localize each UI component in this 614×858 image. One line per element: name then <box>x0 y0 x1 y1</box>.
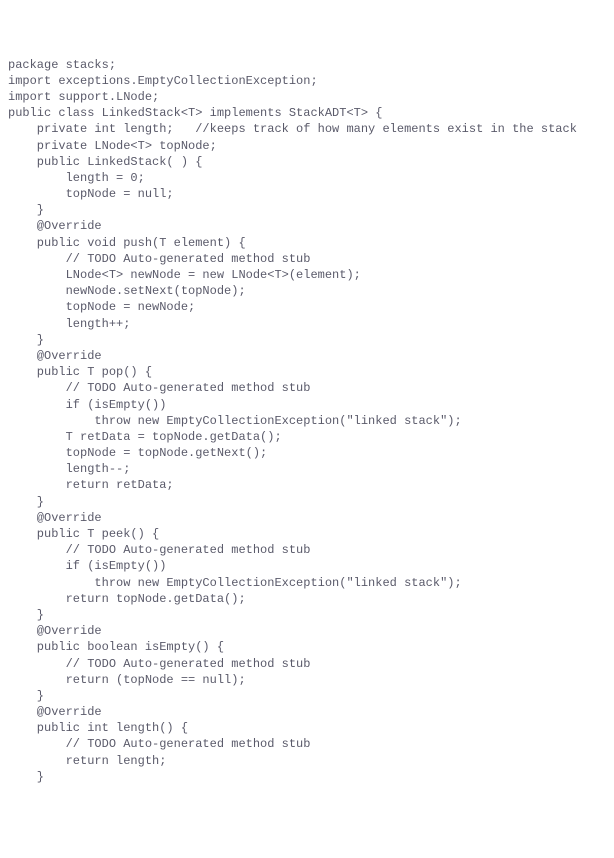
code-line: if (isEmpty()) <box>8 397 606 413</box>
code-line: @Override <box>8 218 606 234</box>
code-line: } <box>8 607 606 623</box>
code-line: private LNode<T> topNode; <box>8 138 606 154</box>
code-line: return (topNode == null); <box>8 672 606 688</box>
code-line: length++; <box>8 316 606 332</box>
code-line: private int length; //keeps track of how… <box>8 121 606 137</box>
code-line: return retData; <box>8 477 606 493</box>
code-line: } <box>8 494 606 510</box>
code-line: return topNode.getData(); <box>8 591 606 607</box>
code-line: } <box>8 202 606 218</box>
code-line: @Override <box>8 348 606 364</box>
code-line: // TODO Auto-generated method stub <box>8 656 606 672</box>
code-line: if (isEmpty()) <box>8 558 606 574</box>
code-line: public class LinkedStack<T> implements S… <box>8 105 606 121</box>
code-line: // TODO Auto-generated method stub <box>8 736 606 752</box>
code-line: package stacks; <box>8 57 606 73</box>
code-line: public T pop() { <box>8 364 606 380</box>
code-line: topNode = topNode.getNext(); <box>8 445 606 461</box>
code-line: public T peek() { <box>8 526 606 542</box>
code-line: // TODO Auto-generated method stub <box>8 542 606 558</box>
code-line: T retData = topNode.getData(); <box>8 429 606 445</box>
code-block: package stacks;import exceptions.EmptyCo… <box>8 57 606 785</box>
code-line: import support.LNode; <box>8 89 606 105</box>
code-line: throw new EmptyCollectionException("link… <box>8 413 606 429</box>
code-line: public LinkedStack( ) { <box>8 154 606 170</box>
code-line: @Override <box>8 704 606 720</box>
code-line: return length; <box>8 753 606 769</box>
code-line: // TODO Auto-generated method stub <box>8 251 606 267</box>
code-line: length--; <box>8 461 606 477</box>
code-line: public void push(T element) { <box>8 235 606 251</box>
code-line: LNode<T> newNode = new LNode<T>(element)… <box>8 267 606 283</box>
code-line: } <box>8 769 606 785</box>
code-line: @Override <box>8 623 606 639</box>
code-line: newNode.setNext(topNode); <box>8 283 606 299</box>
code-line: public int length() { <box>8 720 606 736</box>
code-line: // TODO Auto-generated method stub <box>8 380 606 396</box>
code-line: @Override <box>8 510 606 526</box>
code-line: topNode = null; <box>8 186 606 202</box>
code-line: topNode = newNode; <box>8 299 606 315</box>
code-line: } <box>8 688 606 704</box>
code-line: throw new EmptyCollectionException("link… <box>8 575 606 591</box>
code-line: length = 0; <box>8 170 606 186</box>
code-line: public boolean isEmpty() { <box>8 639 606 655</box>
code-line: import exceptions.EmptyCollectionExcepti… <box>8 73 606 89</box>
code-line: } <box>8 332 606 348</box>
